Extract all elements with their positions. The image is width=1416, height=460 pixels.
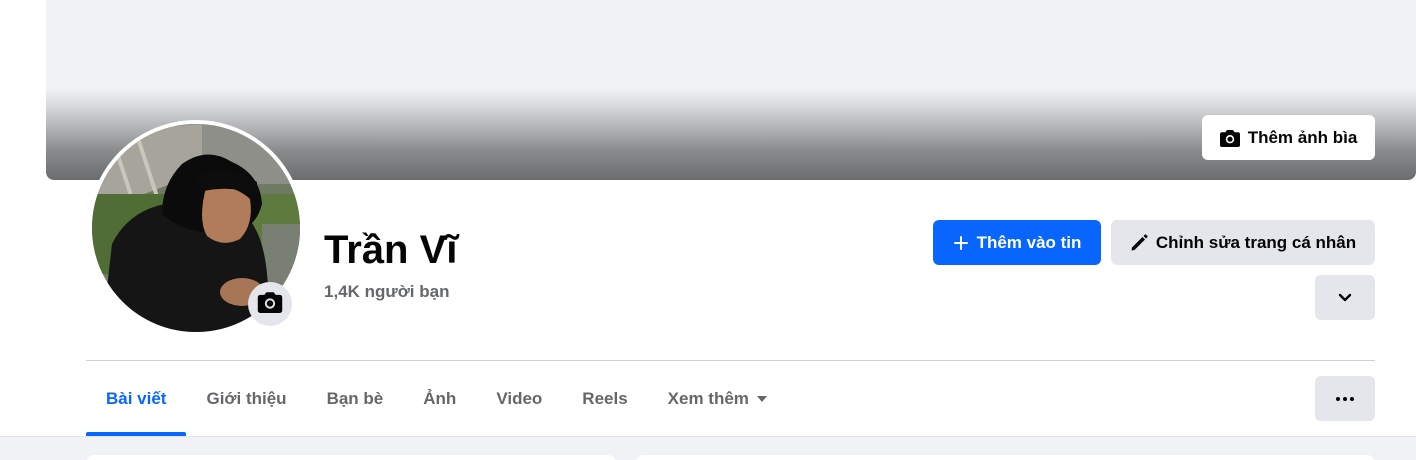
- plus-icon: [953, 235, 969, 251]
- add-cover-photo-button[interactable]: Thêm ảnh bìa: [1202, 115, 1375, 160]
- chevron-down-icon: [1338, 293, 1352, 303]
- update-avatar-button[interactable]: [248, 282, 292, 326]
- add-to-story-label: Thêm vào tin: [976, 232, 1082, 252]
- edit-profile-button[interactable]: Chỉnh sửa trang cá nhân: [1111, 220, 1375, 265]
- tab-photos-label: Ảnh: [423, 388, 457, 408]
- tab-photos[interactable]: Ảnh: [403, 361, 476, 436]
- tab-reels[interactable]: Reels: [562, 361, 647, 436]
- tab-posts[interactable]: Bài viết: [86, 361, 187, 436]
- friends-count-link[interactable]: 1,4K người bạn: [324, 282, 449, 302]
- profile-name: Trần Vĩ: [324, 228, 458, 272]
- camera-icon: [257, 291, 283, 318]
- camera-icon: [1219, 129, 1240, 147]
- more-dots-icon: [1336, 396, 1354, 401]
- tab-friends[interactable]: Bạn bè: [307, 361, 404, 436]
- intro-card: [86, 455, 616, 460]
- tab-reels-label: Reels: [582, 388, 628, 408]
- tab-see-more[interactable]: Xem thêm: [648, 361, 787, 436]
- tab-videos[interactable]: Video: [476, 361, 562, 436]
- composer-card: [636, 455, 1375, 460]
- tab-posts-label: Bài viết: [106, 388, 167, 408]
- pencil-icon: [1130, 233, 1148, 252]
- tab-friends-label: Bạn bè: [326, 388, 384, 408]
- tab-see-more-label: Xem thêm: [667, 388, 749, 408]
- add-to-story-button[interactable]: Thêm vào tin: [933, 220, 1101, 265]
- more-options-button[interactable]: [1315, 376, 1375, 421]
- tab-about[interactable]: Giới thiệu: [186, 361, 306, 436]
- profile-options-dropdown-button[interactable]: [1315, 275, 1375, 320]
- profile-tabs: Bài viết Giới thiệu Bạn bè Ảnh Video Ree…: [86, 361, 787, 436]
- tab-videos-label: Video: [496, 388, 543, 408]
- add-cover-photo-label: Thêm ảnh bìa: [1247, 127, 1358, 147]
- edit-profile-label: Chỉnh sửa trang cá nhân: [1155, 232, 1357, 252]
- tab-about-label: Giới thiệu: [206, 388, 287, 408]
- caret-down-icon: [756, 395, 767, 402]
